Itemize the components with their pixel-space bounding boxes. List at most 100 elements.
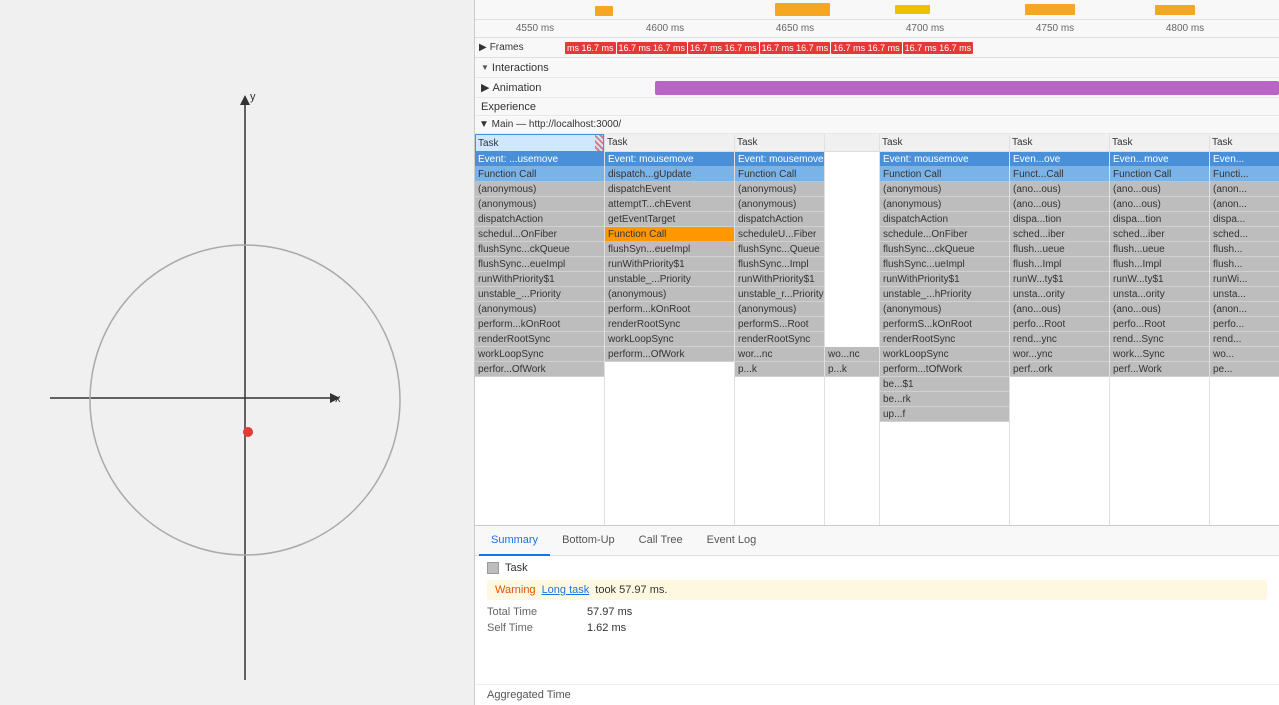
col1-entry-5[interactable]: schedul...OnFiber [475, 227, 604, 242]
col1-entry-8[interactable]: runWithPriority$1 [475, 272, 604, 287]
col4-entry-16[interactable]: be...rk [880, 392, 1009, 407]
animation-row[interactable]: ▶ Animation [475, 78, 1279, 98]
col4-entry-11[interactable]: performS...kOnRoot [880, 317, 1009, 332]
col7-entry-12[interactable]: rend... [1210, 332, 1279, 347]
col4-header[interactable]: Task [880, 134, 1009, 152]
col3-entry-7[interactable]: flushSync...Impl [735, 257, 824, 272]
col4-entry-10[interactable]: (anonymous) [880, 302, 1009, 317]
col2-entry-9[interactable]: (anonymous) [605, 287, 734, 302]
col2-entry-6[interactable]: flushSyn...eueImpl [605, 242, 734, 257]
col7-entry-11[interactable]: perfo... [1210, 317, 1279, 332]
col6-entry-11[interactable]: perfo...Root [1110, 317, 1209, 332]
col2-entry-10[interactable]: perform...kOnRoot [605, 302, 734, 317]
frames-label[interactable]: ▶ Frames [475, 42, 565, 53]
col5-entry-0[interactable]: Even...ove [1010, 152, 1109, 167]
col5-entry-4[interactable]: dispa...tion [1010, 212, 1109, 227]
col3b-entry-13[interactable]: wo...nc [825, 347, 879, 362]
col7-entry-10[interactable]: (anon... [1210, 302, 1279, 317]
col4-entry-6[interactable]: flushSync...ckQueue [880, 242, 1009, 257]
col7-entry-8[interactable]: runWi... [1210, 272, 1279, 287]
col3-entry-2[interactable]: (anonymous) [735, 182, 824, 197]
col3-entry-4[interactable]: dispatchAction [735, 212, 824, 227]
col2-entry-2[interactable]: dispatchEvent [605, 182, 734, 197]
col1-entry-7[interactable]: flushSync...eueImpl [475, 257, 604, 272]
col6-entry-1[interactable]: Function Call [1110, 167, 1209, 182]
col6-entry-12[interactable]: rend...Sync [1110, 332, 1209, 347]
col3-entry-0[interactable]: Event: mousemove [735, 152, 824, 167]
col1-entry-11[interactable]: perform...kOnRoot [475, 317, 604, 332]
col2-entry-5[interactable]: Function Call [605, 227, 734, 242]
col6-entry-9[interactable]: unsta...ority [1110, 287, 1209, 302]
col1-entry-13[interactable]: workLoopSync [475, 347, 604, 362]
col7-entry-2[interactable]: (anon... [1210, 182, 1279, 197]
col4-entry-5[interactable]: schedule...OnFiber [880, 227, 1009, 242]
tab-bottom-up[interactable]: Bottom-Up [550, 526, 627, 556]
col3-entry-5[interactable]: scheduleU...Fiber [735, 227, 824, 242]
tab-summary[interactable]: Summary [479, 526, 550, 556]
col7-entry-3[interactable]: (anon... [1210, 197, 1279, 212]
col5-entry-8[interactable]: runW...ty$1 [1010, 272, 1109, 287]
col6-entry-5[interactable]: sched...iber [1110, 227, 1209, 242]
col6-entry-14[interactable]: perf...Work [1110, 362, 1209, 377]
col3-entry-13[interactable]: wor...nc [735, 347, 824, 362]
col1-entry-3[interactable]: (anonymous) [475, 197, 604, 212]
col6-entry-8[interactable]: runW...ty$1 [1110, 272, 1209, 287]
col2-header[interactable]: Task [605, 134, 734, 152]
col4-entry-7[interactable]: flushSync...ueImpl [880, 257, 1009, 272]
col5-entry-1[interactable]: Funct...Call [1010, 167, 1109, 182]
col7-entry-14[interactable]: pe... [1210, 362, 1279, 377]
col1-entry-1[interactable]: Function Call [475, 167, 604, 182]
col1-entry-2[interactable]: (anonymous) [475, 182, 604, 197]
col1-entry-0[interactable]: Event: ...usemove [475, 152, 604, 167]
col5-entry-5[interactable]: sched...iber [1010, 227, 1109, 242]
col2-entry-11[interactable]: renderRootSync [605, 317, 734, 332]
col3b-entry-14[interactable]: p...k [825, 362, 879, 377]
col1-entry-12[interactable]: renderRootSync [475, 332, 604, 347]
col4-entry-2[interactable]: (anonymous) [880, 182, 1009, 197]
col3-entry-9[interactable]: unstable_r...Priority [735, 287, 824, 302]
col5-header[interactable]: Task [1010, 134, 1109, 152]
col5-entry-14[interactable]: perf...ork [1010, 362, 1109, 377]
col4-entry-8[interactable]: runWithPriority$1 [880, 272, 1009, 287]
col4-entry-13[interactable]: workLoopSync [880, 347, 1009, 362]
col2-entry-13[interactable]: perform...OfWork [605, 347, 734, 362]
col3-entry-11[interactable]: performS...Root [735, 317, 824, 332]
col7-entry-9[interactable]: unsta... [1210, 287, 1279, 302]
col6-entry-13[interactable]: work...Sync [1110, 347, 1209, 362]
col3-entry-8[interactable]: runWithPriority$1 [735, 272, 824, 287]
col1-header[interactable]: Task [475, 134, 604, 152]
col6-entry-7[interactable]: flush...Impl [1110, 257, 1209, 272]
col6-entry-10[interactable]: (ano...ous) [1110, 302, 1209, 317]
col6-header[interactable]: Task [1110, 134, 1209, 152]
col5-entry-6[interactable]: flush...ueue [1010, 242, 1109, 257]
col4-entry-4[interactable]: dispatchAction [880, 212, 1009, 227]
col7-entry-0[interactable]: Even... [1210, 152, 1279, 167]
col5-entry-7[interactable]: flush...Impl [1010, 257, 1109, 272]
col4-entry-15[interactable]: be...$1 [880, 377, 1009, 392]
col5-entry-2[interactable]: (ano...ous) [1010, 182, 1109, 197]
col4-entry-3[interactable]: (anonymous) [880, 197, 1009, 212]
col4-entry-12[interactable]: renderRootSync [880, 332, 1009, 347]
col3-entry-1[interactable]: Function Call [735, 167, 824, 182]
tab-call-tree[interactable]: Call Tree [627, 526, 695, 556]
col7-entry-5[interactable]: sched... [1210, 227, 1279, 242]
col2-entry-3[interactable]: attemptT...chEvent [605, 197, 734, 212]
col6-entry-4[interactable]: dispa...tion [1110, 212, 1209, 227]
col5-entry-3[interactable]: (ano...ous) [1010, 197, 1109, 212]
col4-entry-9[interactable]: unstable_...hPriority [880, 287, 1009, 302]
col4-entry-0[interactable]: Event: mousemove [880, 152, 1009, 167]
col3-entry-6[interactable]: flushSync...Queue [735, 242, 824, 257]
col2-entry-0[interactable]: Event: mousemove [605, 152, 734, 167]
col7-entry-13[interactable]: wo... [1210, 347, 1279, 362]
col4-entry-1[interactable]: Function Call [880, 167, 1009, 182]
col1-entry-14[interactable]: perfor...OfWork [475, 362, 604, 377]
col5-entry-12[interactable]: rend...ync [1010, 332, 1109, 347]
col5-entry-10[interactable]: (ano...ous) [1010, 302, 1109, 317]
col6-entry-2[interactable]: (ano...ous) [1110, 182, 1209, 197]
col5-entry-13[interactable]: wor...ync [1010, 347, 1109, 362]
col3-header[interactable]: Task [735, 134, 824, 152]
col2-entry-1[interactable]: dispatch...gUpdate [605, 167, 734, 182]
col7-entry-6[interactable]: flush... [1210, 242, 1279, 257]
col4-entry-17[interactable]: up...f [880, 407, 1009, 422]
col3-entry-10[interactable]: (anonymous) [735, 302, 824, 317]
